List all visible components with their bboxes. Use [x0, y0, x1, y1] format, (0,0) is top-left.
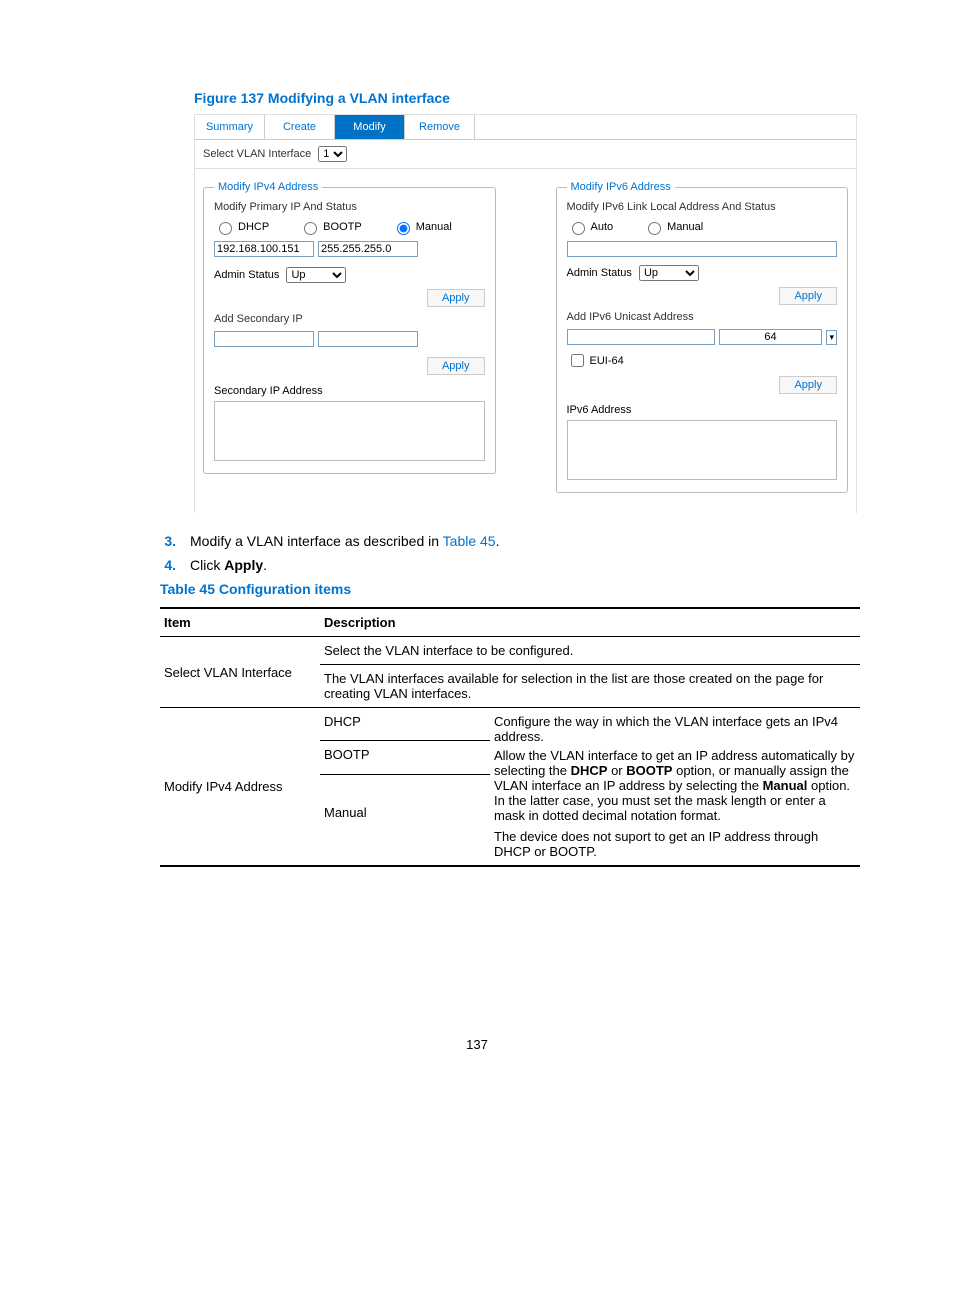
- figure-title: Figure 137 Modifying a VLAN interface: [194, 90, 954, 106]
- ipv6-admin-label: Admin Status: [567, 267, 632, 279]
- radio-dhcp-label: DHCP: [238, 221, 269, 233]
- ipv6-fieldset: Modify IPv6 Address Modify IPv6 Link Loc…: [556, 181, 849, 493]
- step-3-number: 3.: [146, 533, 176, 549]
- td-ipv4-desc: Configure the way in which the VLAN inte…: [490, 708, 860, 867]
- td-select-vlan-desc1: Select the VLAN interface to be configur…: [320, 637, 860, 665]
- ipv4-ip-input[interactable]: [214, 241, 314, 257]
- radio-bootp-label: BOOTP: [323, 221, 362, 233]
- eui64-checkbox[interactable]: [571, 354, 584, 367]
- ipv6-legend: Modify IPv6 Address: [567, 181, 675, 193]
- ipv6-apply-button-2[interactable]: Apply: [779, 376, 837, 394]
- tab-remove[interactable]: Remove: [405, 115, 475, 139]
- step-3-text: Modify a VLAN interface as described in …: [190, 533, 499, 549]
- td-ipv4-desc-intro: Configure the way in which the VLAN inte…: [494, 714, 856, 744]
- ipv4-secondary-listbox[interactable]: [214, 401, 485, 461]
- ipv6-prefix-input[interactable]: [719, 329, 823, 345]
- th-description: Description: [320, 608, 860, 637]
- td-bootp: BOOTP: [320, 741, 490, 774]
- td-select-vlan: Select VLAN Interface: [160, 637, 320, 708]
- table-title: Table 45 Configuration items: [160, 581, 954, 597]
- select-vlan-label: Select VLAN Interface: [203, 148, 311, 160]
- screenshot-panel: Summary Create Modify Remove Select VLAN…: [194, 114, 857, 513]
- page-number: 137: [0, 1037, 954, 1052]
- ipv6-unicast-input[interactable]: [567, 329, 715, 345]
- radio-manual[interactable]: Manual: [392, 219, 452, 235]
- td-dhcp: DHCP: [320, 708, 490, 741]
- select-vlan-dropdown[interactable]: 1: [318, 146, 347, 162]
- td-manual: Manual: [320, 774, 490, 866]
- ipv4-apply-button-1[interactable]: Apply: [427, 289, 485, 307]
- ipv4-legend: Modify IPv4 Address: [214, 181, 322, 193]
- ipv4-admin-label: Admin Status: [214, 269, 279, 281]
- ipv4-mask-input[interactable]: [318, 241, 418, 257]
- ipv4-secondary-ip-input[interactable]: [214, 331, 314, 347]
- step-4-text: Click Apply.: [190, 557, 267, 573]
- config-table: Item Description Select VLAN Interface S…: [160, 607, 860, 867]
- td-ipv4-desc-p2: The device does not suport to get an IP …: [494, 829, 856, 859]
- radio-auto[interactable]: Auto: [567, 219, 614, 235]
- ipv4-secondary-list-label: Secondary IP Address: [214, 385, 485, 397]
- ipv4-admin-dropdown[interactable]: Up: [286, 267, 346, 283]
- td-modify-ipv4: Modify IPv4 Address: [160, 708, 320, 867]
- ipv4-apply-button-2[interactable]: Apply: [427, 357, 485, 375]
- tab-modify[interactable]: Modify: [335, 115, 405, 139]
- radio-auto-label: Auto: [591, 221, 614, 233]
- ipv4-secondary-mask-input[interactable]: [318, 331, 418, 347]
- dropdown-caret-icon[interactable]: ▾: [826, 330, 837, 345]
- select-vlan-row: Select VLAN Interface 1: [195, 140, 856, 169]
- ipv6-addr-list-label: IPv6 Address: [567, 404, 838, 416]
- step-4-number: 4.: [146, 557, 176, 573]
- ipv4-fieldset: Modify IPv4 Address Modify Primary IP An…: [203, 181, 496, 474]
- tab-create[interactable]: Create: [265, 115, 335, 139]
- ipv6-add-unicast-label: Add IPv6 Unicast Address: [567, 311, 838, 323]
- ipv6-apply-button-1[interactable]: Apply: [779, 287, 837, 305]
- radio-manual-v6[interactable]: Manual: [643, 219, 703, 235]
- ipv4-subheading: Modify Primary IP And Status: [214, 201, 485, 213]
- radio-manual-v6-label: Manual: [667, 221, 703, 233]
- tab-summary[interactable]: Summary: [195, 115, 265, 139]
- eui64-label: EUI-64: [590, 355, 624, 367]
- td-select-vlan-desc2: The VLAN interfaces available for select…: [320, 665, 860, 708]
- ipv6-subheading: Modify IPv6 Link Local Address And Statu…: [567, 201, 838, 213]
- td-ipv4-desc-p1: Allow the VLAN interface to get an IP ad…: [494, 748, 856, 823]
- ipv4-add-secondary-label: Add Secondary IP: [214, 313, 485, 325]
- radio-manual-label: Manual: [416, 221, 452, 233]
- th-item: Item: [160, 608, 320, 637]
- ipv6-linklocal-input[interactable]: [567, 241, 838, 257]
- ipv6-admin-dropdown[interactable]: Up: [639, 265, 699, 281]
- radio-bootp[interactable]: BOOTP: [299, 219, 362, 235]
- radio-dhcp[interactable]: DHCP: [214, 219, 269, 235]
- table-45-link[interactable]: Table 45: [443, 533, 496, 549]
- tab-bar: Summary Create Modify Remove: [195, 115, 856, 140]
- ipv6-addr-listbox[interactable]: [567, 420, 838, 480]
